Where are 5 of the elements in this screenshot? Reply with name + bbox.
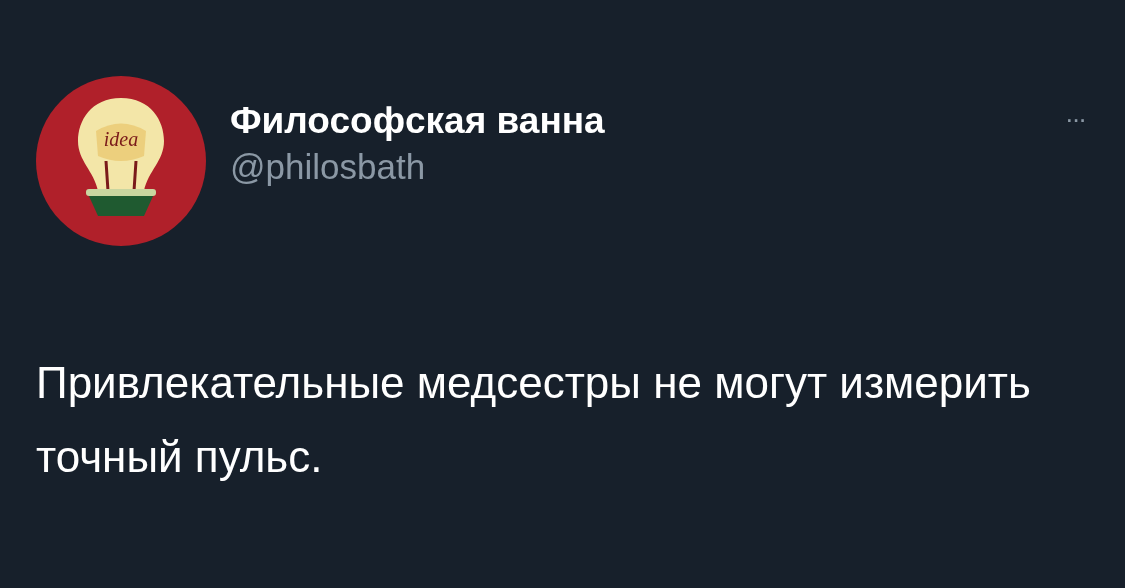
more-button[interactable]: ···: [1065, 106, 1085, 132]
avatar-icon[interactable]: idea: [36, 76, 206, 246]
tweet-text: Привлекательные медсестры не могут измерить точный пульс.: [36, 357, 1032, 483]
author-name[interactable]: Философская ванна: [230, 98, 605, 144]
author-handle[interactable]: @philosbath: [230, 144, 605, 190]
